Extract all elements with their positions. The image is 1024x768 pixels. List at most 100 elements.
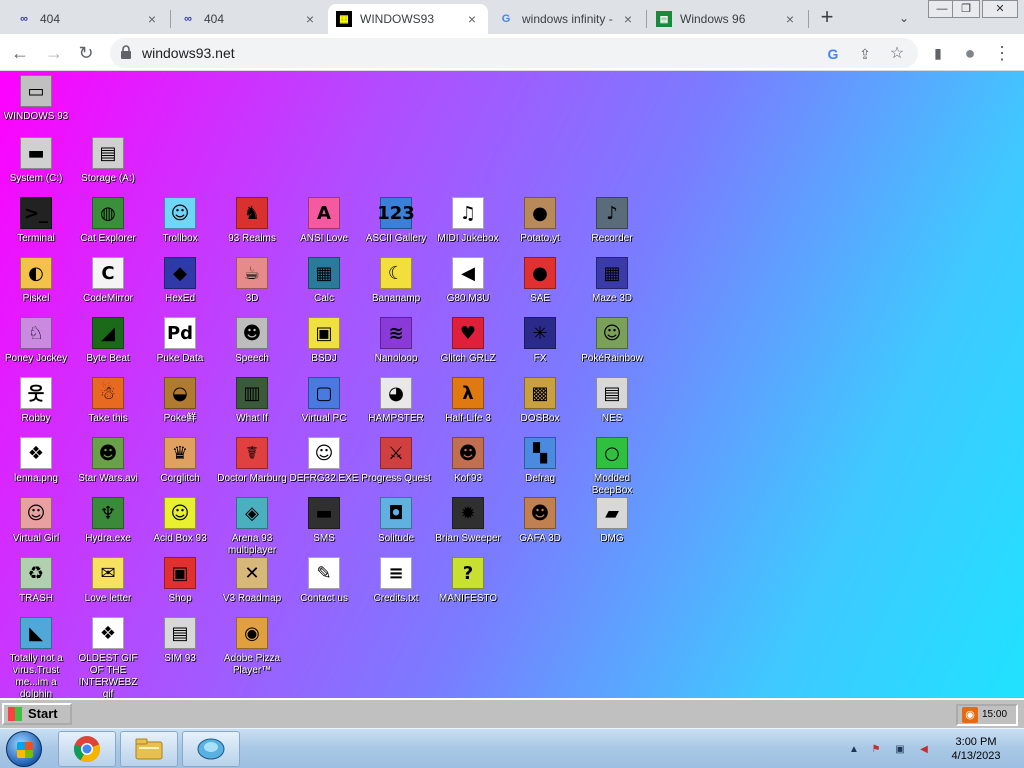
profile-avatar-icon[interactable]: ● (958, 41, 982, 65)
lock-icon[interactable] (120, 45, 132, 59)
tab-windows93[interactable]: ▦ WINDOWS93 × (328, 4, 488, 34)
desktop-icon-love-letter[interactable]: ✉ Love letter (72, 557, 144, 605)
desktop-icon-sms[interactable]: ▬ SMS (288, 497, 360, 545)
back-button[interactable]: ← (8, 41, 32, 65)
desktop-icon-virtual-girl[interactable]: ☺ Virtual Girl (0, 497, 72, 545)
desktop-icon-robby[interactable]: 웃 Robby (0, 377, 72, 425)
desktop-icon-3d[interactable]: ☕ 3D (216, 257, 288, 305)
close-window-button[interactable]: ✕ (982, 0, 1018, 18)
desktop-icon-trash[interactable]: ♻ TRASH (0, 557, 72, 605)
desktop-icon-g80-m3u[interactable]: ◀ G80.M3U (432, 257, 504, 305)
desktop-icon-lenna-png[interactable]: ❖ lenna.png (0, 437, 72, 485)
desktop-icon-byte-beat[interactable]: ◢ Byte Beat (72, 317, 144, 365)
desktop-icon-ascii-gallery[interactable]: 123 ASCII Gallery (360, 197, 432, 245)
tab-404-2[interactable]: ∞ 404 × (172, 4, 326, 34)
desktop-icon-solitude[interactable]: ◘ Solitude (360, 497, 432, 545)
desktop-icon-hexed[interactable]: ◆ HexEd (144, 257, 216, 305)
desktop-icon-system-c[interactable]: ▬ System (C:) (0, 137, 72, 185)
restore-button[interactable]: ❐ (952, 0, 980, 18)
taskbar-explorer-button[interactable] (120, 731, 178, 767)
desktop-icon-ansi-love[interactable]: A ANSI Love (288, 197, 360, 245)
desktop-icon-modded-beepbox[interactable]: ○ Modded BeepBox (576, 437, 648, 497)
forward-button[interactable]: → (42, 41, 66, 65)
desktop-icon-defrg32-exe[interactable]: ☺ DEFRG32.EXE (288, 437, 360, 485)
desktop-icon-progress-quest[interactable]: ⚔ Progress Quest (360, 437, 432, 485)
desktop-icon-hampster[interactable]: ◕ HAMPSTER (360, 377, 432, 425)
desktop-icon-storage-a[interactable]: ▤ Storage (A:) (72, 137, 144, 185)
desktop-icon-oldest-gif-of-the-interwebz-gif[interactable]: ❖ OLDEST GIF OF THE INTERWEBZ gif (72, 617, 144, 698)
desktop-icon-gafa-3d[interactable]: ☻ GAFA 3D (504, 497, 576, 545)
desktop-icon-dmg[interactable]: ▰ DMG (576, 497, 648, 545)
desktop-icon-half-life-3[interactable]: λ Half-Life 3 (432, 377, 504, 425)
desktop-icon-dosbox[interactable]: ▩ DOSBox (504, 377, 576, 425)
desktop-icon-star-wars-avi[interactable]: ☻ Star Wars.avi (72, 437, 144, 485)
tab-close-icon[interactable]: × (144, 11, 160, 27)
desktop-icon-corglitch[interactable]: ♛ Corglitch (144, 437, 216, 485)
desktop-icon-93-realms[interactable]: ♞ 93 Realms (216, 197, 288, 245)
desktop-icon-recorder[interactable]: ♪ Recorder (576, 197, 648, 245)
new-tab-button[interactable]: + (814, 6, 840, 30)
desktop-icon-windows-93[interactable]: ▭ WINDOWS 93 (0, 75, 72, 123)
tab-close-icon[interactable]: × (464, 11, 480, 27)
desktop-icon-brian-sweeper[interactable]: ✹ Brian Sweeper (432, 497, 504, 545)
tab-404-1[interactable]: ∞ 404 × (8, 4, 168, 34)
desktop-icon-cat-explorer[interactable]: ◍ Cat Explorer (72, 197, 144, 245)
taskbar-app-button[interactable] (182, 731, 240, 767)
show-hidden-icons-icon[interactable]: ▲ (846, 743, 862, 757)
desktop-icon-bsdj[interactable]: ▣ BSDJ (288, 317, 360, 365)
desktop-icon-potato-yt[interactable]: ● Potato.yt (504, 197, 576, 245)
desktop-icon-poney-jockey[interactable]: ♘ Poney Jockey (0, 317, 72, 365)
taskbar-chrome-button[interactable] (58, 731, 116, 767)
desktop-icon-virtual-pc[interactable]: ▢ Virtual PC (288, 377, 360, 425)
desktop-icon-take-this[interactable]: ☃ Take this (72, 377, 144, 425)
desktop-icon-sim-93[interactable]: ▤ SIM 93 (144, 617, 216, 665)
tab-windows96[interactable]: ▤ Windows 96 × (648, 4, 806, 34)
desktop-icon-adobe-pizza-player[interactable]: ◉ Adobe Pizza Player™ (216, 617, 288, 677)
desktop-icon-trollbox[interactable]: ☺ Trollbox (144, 197, 216, 245)
desktop-icon-glitch-grlz[interactable]: ♥ Glitch GRLZ (432, 317, 504, 365)
desktop-icon-totally-not-a-virus-trust-me-im-a-dolphin[interactable]: ◣ Totally not a virus.Trust me...im a dol… (0, 617, 72, 698)
desktop-icon-credits-txt[interactable]: ≡ Credits.txt (360, 557, 432, 605)
desktop-icon-acid-box-93[interactable]: ☺ Acid Box 93 (144, 497, 216, 545)
desktop-icon-arena-93-multiplayer[interactable]: ◈ Arena 93 multiplayer (216, 497, 288, 557)
w93-start-button[interactable]: Start (2, 703, 72, 725)
desktop-icon-contact-us[interactable]: ✎ Contact us (288, 557, 360, 605)
desktop-icon-poke[interactable]: ◒ Poke鮮 (144, 377, 216, 425)
bookmark-star-icon[interactable]: ☆ (888, 45, 906, 63)
address-bar[interactable]: windows93.net G ⇪ ☆ (110, 38, 918, 68)
desktop-icon-hydra-exe[interactable]: ♆ Hydra.exe (72, 497, 144, 545)
desktop-icon-midi-jukebox[interactable]: ♫ MIDI Jukebox (432, 197, 504, 245)
desktop-icon-fx[interactable]: ✳ FX (504, 317, 576, 365)
url-text[interactable]: windows93.net (142, 45, 235, 61)
tab-close-icon[interactable]: × (302, 11, 318, 27)
desktop-icon-what-if[interactable]: ▥ What If (216, 377, 288, 425)
google-lens-icon[interactable]: G (824, 45, 842, 63)
rss-icon[interactable]: ◉ (962, 707, 978, 723)
desktop-icon-manifesto[interactable]: ? MANIFESTO (432, 557, 504, 605)
browser-menu-icon[interactable]: ⋮ (990, 41, 1014, 65)
desktop-icon-puke-data[interactable]: Pd Puke Data (144, 317, 216, 365)
desktop-icon-nes[interactable]: ▤ NES (576, 377, 648, 425)
desktop-icon-doctor-marburg[interactable]: ☤ Doctor Marburg (216, 437, 288, 485)
w93-system-tray[interactable]: ◉ 15:00 (956, 704, 1018, 726)
tab-search-button[interactable]: ⌄ (894, 8, 914, 28)
side-panel-icon[interactable]: ▮ (926, 41, 950, 65)
desktop-icon-shop[interactable]: ▣ Shop (144, 557, 216, 605)
desktop-icon-piskel[interactable]: ◐ Piskel (0, 257, 72, 305)
windows-start-orb[interactable] (6, 731, 42, 767)
reload-button[interactable]: ↻ (74, 41, 98, 65)
action-center-icon[interactable]: ⚑ (868, 743, 884, 757)
tab-windows-infinity[interactable]: G windows infinity - × (490, 4, 644, 34)
desktop-icon-speech[interactable]: ☻ Speech (216, 317, 288, 365)
desktop-icon-sae[interactable]: ● SAE (504, 257, 576, 305)
desktop-icon-codemirror[interactable]: C CodeMirror (72, 257, 144, 305)
desktop-icon-nanoloop[interactable]: ≋ Nanoloop (360, 317, 432, 365)
network-icon[interactable]: ▣ (892, 743, 908, 757)
share-icon[interactable]: ⇪ (856, 45, 874, 63)
desktop-icon-bananamp[interactable]: ☾ Bananamp (360, 257, 432, 305)
desktop-icon-maze-3d[interactable]: ▦ Maze 3D (576, 257, 648, 305)
desktop-icon-terminal[interactable]: >_ Terminal (0, 197, 72, 245)
desktop-icon-pok-rainbow[interactable]: ☺ PokéRainbow (576, 317, 648, 365)
volume-muted-icon[interactable]: ◀ (916, 743, 932, 757)
tab-close-icon[interactable]: × (620, 11, 636, 27)
